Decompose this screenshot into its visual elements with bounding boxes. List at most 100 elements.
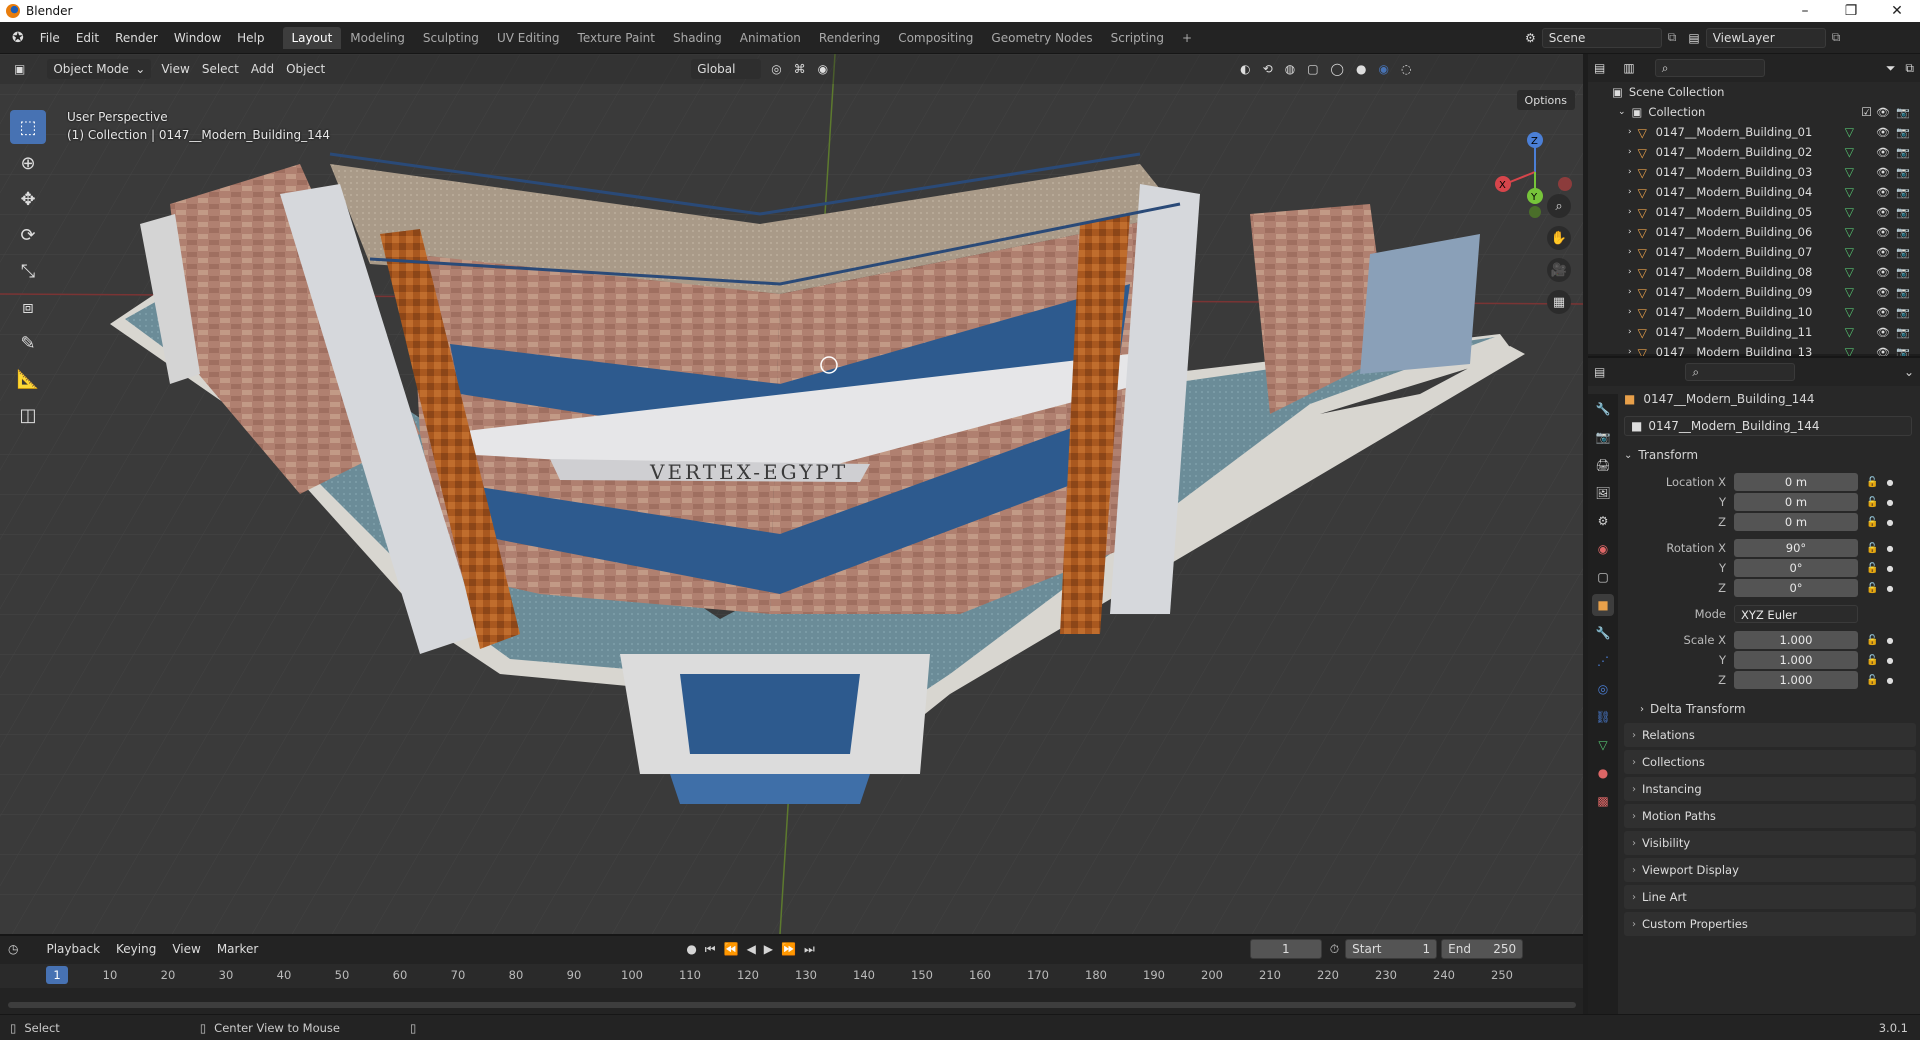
outliner-object-row[interactable]: › ▽ 0147__Modern_Building_01 ▽ 👁 📷 (1588, 122, 1920, 142)
eye-icon[interactable]: 👁 (1876, 306, 1890, 319)
playhead[interactable]: 1 (46, 966, 68, 984)
outliner-object-row[interactable]: › ▽ 0147__Modern_Building_09 ▽ 👁 📷 (1588, 282, 1920, 302)
editor-type-icon[interactable]: ▤ (1594, 61, 1605, 75)
expand-arrow-icon[interactable]: › (1628, 287, 1632, 297)
location-x-field[interactable]: 0 m (1734, 473, 1858, 491)
expand-arrow-icon[interactable]: › (1628, 187, 1632, 197)
eye-icon[interactable]: 👁 (1876, 206, 1890, 219)
panel-collections[interactable]: › Collections (1624, 750, 1916, 774)
eye-icon[interactable]: 👁 (1876, 146, 1890, 159)
exclude-checkbox[interactable]: ☑ (1861, 105, 1872, 119)
jump-start-icon[interactable]: ⏮ (705, 942, 716, 957)
menu-object[interactable]: Object (280, 59, 331, 79)
new-collection-icon[interactable]: ⧉ (1905, 61, 1914, 76)
panel-relations[interactable]: › Relations (1624, 723, 1916, 747)
menu-view[interactable]: View (164, 942, 208, 956)
record-icon[interactable]: ● (686, 942, 696, 956)
menu-file[interactable]: File (32, 31, 68, 45)
render-camera-icon[interactable]: 📷 (1896, 306, 1910, 319)
menu-edit[interactable]: Edit (68, 31, 107, 45)
pan-hand-icon[interactable]: ✋ (1547, 226, 1571, 250)
tab-compositing[interactable]: Compositing (889, 27, 982, 49)
render-camera-icon[interactable]: 📷 (1896, 206, 1910, 219)
data-tab-icon[interactable]: ▽ (1592, 734, 1614, 756)
view-layer-tab-icon[interactable]: 🖼 (1592, 482, 1614, 504)
panel-instancing[interactable]: › Instancing (1624, 777, 1916, 801)
display-mode-icon[interactable]: ▥ (1623, 61, 1634, 75)
expand-icon[interactable]: ⌄ (1618, 107, 1626, 117)
lock-icon[interactable]: 🔓 (1866, 675, 1878, 686)
rotate-tool-icon[interactable]: ⟳ (10, 218, 46, 252)
end-frame-field[interactable]: End 250 (1441, 939, 1524, 959)
scene-selector[interactable]: Scene (1541, 27, 1662, 48)
menu-help[interactable]: Help (229, 31, 272, 45)
new-viewlayer-icon[interactable]: ⧉ (1832, 30, 1841, 45)
blender-menu-icon[interactable]: ✪ (12, 30, 24, 46)
panel-line-art[interactable]: › Line Art (1624, 885, 1916, 909)
outliner-object-row[interactable]: › ▽ 0147__Modern_Building_08 ▽ 👁 📷 (1588, 262, 1920, 282)
scale-z-field[interactable]: 1.000 (1734, 671, 1858, 689)
panel-visibility[interactable]: › Visibility (1624, 831, 1916, 855)
editor-type-icon[interactable]: ▤ (1594, 365, 1605, 379)
outliner-object-row[interactable]: › ▽ 0147__Modern_Building_04 ▽ 👁 📷 (1588, 182, 1920, 202)
outliner-object-row[interactable]: › ▽ 0147__Modern_Building_03 ▽ 👁 📷 (1588, 162, 1920, 182)
delta-transform-row[interactable]: › Delta Transform (1624, 698, 1916, 720)
eye-icon[interactable]: 👁 (1876, 246, 1890, 259)
next-keyframe-icon[interactable]: ⏩ (781, 942, 796, 956)
start-frame-field[interactable]: Start 1 (1345, 939, 1438, 959)
minimize-icon[interactable]: – (1782, 3, 1828, 19)
rotation-z-field[interactable]: 0° (1734, 579, 1858, 597)
tab-texture-paint[interactable]: Texture Paint (569, 27, 664, 49)
viewlayer-selector[interactable]: ViewLayer (1705, 27, 1826, 48)
pivot-icon[interactable]: ◎ (765, 59, 787, 79)
wireframe-shading-icon[interactable]: ◯ (1325, 59, 1350, 79)
panel-custom-properties[interactable]: › Custom Properties (1624, 912, 1916, 936)
collection-tab-icon[interactable]: ▢ (1592, 566, 1614, 588)
keyframe-dot-icon[interactable]: ● (1886, 544, 1893, 553)
menu-marker[interactable]: Marker (209, 942, 266, 956)
eye-icon[interactable]: 👁 (1876, 266, 1890, 279)
camera-icon[interactable]: 🎥 (1547, 258, 1571, 282)
3d-viewport[interactable]: VERTEX-EGYPT ▣ Object Mode ⌄ View Select … (0, 54, 1583, 934)
close-icon[interactable]: ✕ (1874, 3, 1920, 19)
scale-y-field[interactable]: 1.000 (1734, 651, 1858, 669)
outliner-object-row[interactable]: › ▽ 0147__Modern_Building_10 ▽ 👁 📷 (1588, 302, 1920, 322)
texture-tab-icon[interactable]: ▩ (1592, 790, 1614, 812)
tab-uv-editing[interactable]: UV Editing (488, 27, 569, 49)
location-y-field[interactable]: 0 m (1734, 493, 1858, 511)
lock-icon[interactable]: 🔓 (1866, 635, 1878, 646)
filter-icon[interactable]: ⏷ (1886, 61, 1896, 76)
editor-type-icon[interactable]: ▣ (8, 59, 31, 79)
render-camera-icon[interactable]: 📷 (1896, 126, 1910, 139)
transform-header[interactable]: ⌄ Transform (1624, 444, 1916, 466)
render-camera-icon[interactable]: 📷 (1896, 106, 1910, 119)
measure-tool-icon[interactable]: 📐 (10, 362, 46, 396)
physics-tab-icon[interactable]: ◎ (1592, 678, 1614, 700)
tab-geometry-nodes[interactable]: Geometry Nodes (982, 27, 1101, 49)
outliner-object-row[interactable]: › ▽ 0147__Modern_Building_07 ▽ 👁 📷 (1588, 242, 1920, 262)
gizmo-icon[interactable]: ⟲ (1257, 59, 1279, 79)
eye-icon[interactable]: 👁 (1876, 226, 1890, 239)
world-tab-icon[interactable]: ◉ (1592, 538, 1614, 560)
outliner-object-row[interactable]: › ▽ 0147__Modern_Building_06 ▽ 👁 📷 (1588, 222, 1920, 242)
tab-scripting[interactable]: Scripting (1102, 27, 1173, 49)
expand-arrow-icon[interactable]: › (1628, 167, 1632, 177)
collection-row[interactable]: ⌄ ▣ Collection ☑ 👁 📷 (1588, 102, 1920, 122)
menu-render[interactable]: Render (107, 31, 166, 45)
proportional-icon[interactable]: ◉ (812, 59, 834, 79)
render-camera-icon[interactable]: 📷 (1896, 186, 1910, 199)
expand-arrow-icon[interactable]: › (1628, 247, 1632, 257)
expand-arrow-icon[interactable]: › (1628, 207, 1632, 217)
object-tab-icon[interactable]: ■ (1592, 594, 1614, 616)
render-tab-icon[interactable]: 📷 (1592, 426, 1614, 448)
eye-icon[interactable]: 👁 (1876, 326, 1890, 339)
render-camera-icon[interactable]: 📷 (1896, 266, 1910, 279)
render-camera-icon[interactable]: 📷 (1896, 166, 1910, 179)
expand-arrow-icon[interactable]: › (1628, 227, 1632, 237)
lock-icon[interactable]: 🔓 (1866, 497, 1878, 508)
render-camera-icon[interactable]: 📷 (1896, 246, 1910, 259)
tab-animation[interactable]: Animation (731, 27, 810, 49)
scale-tool-icon[interactable]: ⤡ (10, 254, 46, 288)
menu-view[interactable]: View (155, 59, 195, 79)
new-scene-icon[interactable]: ⧉ (1668, 30, 1677, 45)
